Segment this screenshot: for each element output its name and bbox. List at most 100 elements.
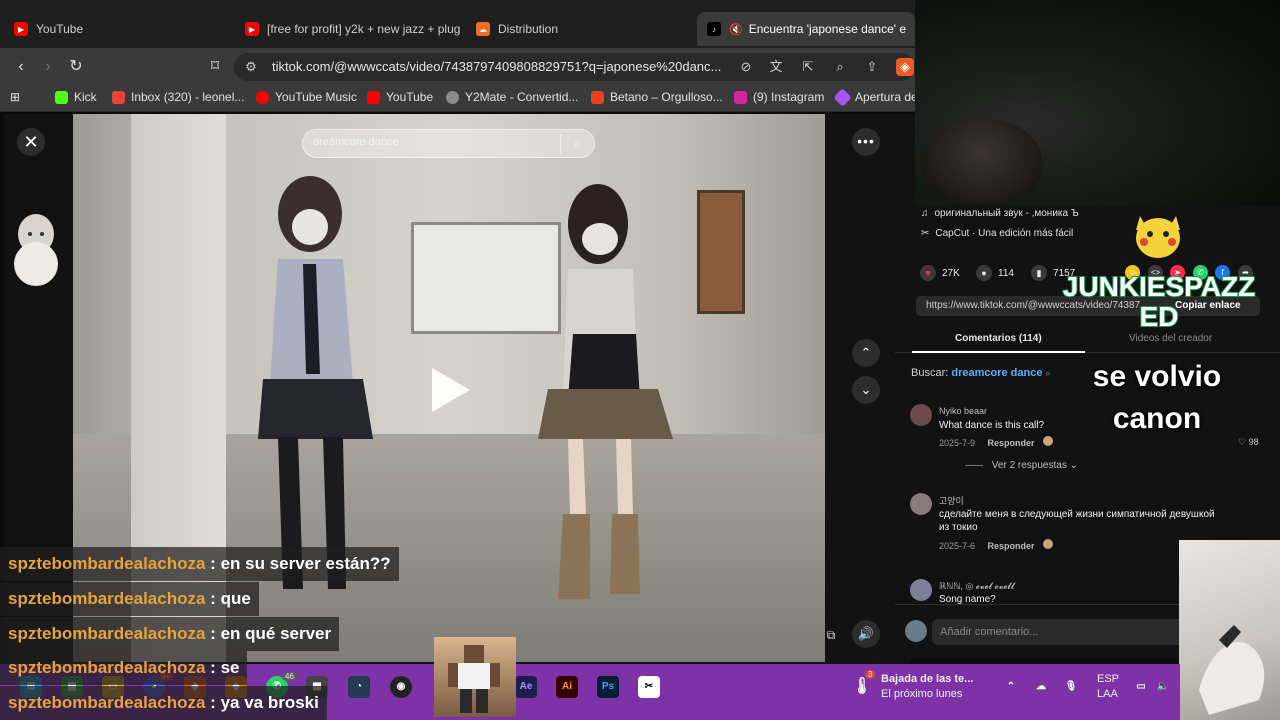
music-note-icon: ♫ [921, 208, 929, 219]
hand-cam-overlay [1179, 540, 1280, 720]
youtube-music-icon [256, 90, 269, 104]
bookmark-inbox[interactable]: Inbox (320) - leonel... [112, 90, 244, 104]
close-video-icon[interactable]: ✕ [17, 128, 45, 156]
bookmark-icon: ▮ [1031, 265, 1047, 281]
add-comment-input[interactable]: Añadir comentario... [932, 619, 1192, 645]
bookmark-youtube-music[interactable]: YouTube Music [256, 90, 357, 104]
bookmark-y2mate[interactable]: Y2Mate - Convertid... [446, 90, 578, 104]
brave-shield-icon[interactable]: ◈ [896, 58, 914, 76]
mute-tab-icon[interactable]: 🔇 [729, 23, 743, 36]
site-info-icon[interactable]: ⚙ [242, 58, 260, 76]
obs-icon[interactable]: ◉ [390, 676, 412, 698]
tray-chevron-icon[interactable]: ⌃ [1000, 676, 1022, 698]
onedrive-icon[interactable]: ☁ [1030, 676, 1052, 698]
comment-meta: 2025-7-9 Responder [939, 436, 1054, 448]
language-bottom[interactable]: LAA [1097, 688, 1118, 700]
search-divider [560, 134, 561, 154]
illustrator-icon[interactable]: Ai [556, 676, 578, 698]
overlay-subtitle: se volvio canon [1092, 360, 1222, 435]
search-suggestion[interactable]: Buscar: dreamcore dance ⌕ [911, 367, 1051, 379]
play-icon[interactable] [432, 368, 470, 412]
instagram-icon [734, 90, 747, 104]
bookmark-betano[interactable]: Betano – Orgulloso... [591, 90, 723, 104]
comment-user[interactable]: ℝℕℕ, ◎ 𝓮𝓿𝓮𝓵 𝓮𝓿𝓮𝓵𝓵 [939, 581, 1014, 592]
back-icon[interactable]: ‹ [10, 56, 32, 78]
like-button[interactable]: ♥ 27K [920, 265, 960, 281]
video-search-text[interactable]: dreamcore dance [313, 136, 399, 148]
betano-icon [591, 90, 604, 104]
network-icon[interactable]: ▭ [1130, 676, 1152, 698]
tab-label: Distribution [498, 22, 559, 36]
volume-icon[interactable]: 🔊 [852, 620, 880, 648]
search-icon[interactable]: ⌕ [567, 134, 587, 154]
kick-icon [55, 90, 68, 104]
open-external-icon[interactable]: ⇱ [799, 58, 817, 76]
bookmark-youtube[interactable]: YouTube [367, 90, 433, 104]
search-suggestion-query[interactable]: dreamcore dance [951, 367, 1042, 379]
capcut-line[interactable]: ✂ CapCut · Una edición más fácil [921, 228, 1073, 239]
view-replies-button[interactable]: Ver 2 respuestas ⌄ [965, 460, 1078, 471]
avatar[interactable] [910, 579, 932, 601]
reload-icon[interactable]: ↻ [65, 56, 87, 78]
bookmark-kick[interactable]: Kick [55, 90, 97, 104]
share-icon[interactable]: ⇪ [863, 58, 881, 76]
avatar[interactable] [910, 404, 932, 426]
after-effects-icon[interactable]: Ae [515, 676, 537, 698]
photoshop-icon[interactable]: Ps [597, 676, 619, 698]
tab-free-for-profit[interactable]: ▶ [free for profit] y2k + new jazz + plu… [235, 12, 460, 46]
more-options-icon[interactable]: ••• [852, 128, 880, 156]
comment-icon: ● [976, 265, 992, 281]
tab-distribution[interactable]: ☁ Distribution [466, 12, 691, 46]
picture-in-picture-icon[interactable]: ⧉ [820, 624, 842, 646]
weather-title[interactable]: Bajada de las te... [881, 673, 973, 685]
previous-video-icon[interactable]: ⌃ [852, 339, 880, 367]
forward-icon[interactable]: › [37, 56, 59, 78]
replies-line [965, 464, 983, 466]
zoom-icon[interactable]: ⌕ [831, 58, 849, 76]
comment-user[interactable]: Nyiko beaar [939, 406, 987, 416]
pikachu-sticker [1136, 216, 1180, 258]
capcut-taskbar-icon[interactable]: ✂ [638, 676, 660, 698]
chat-message: spztebombardealachoza : se [0, 651, 248, 685]
tab-comments[interactable]: Comentarios (114) [955, 333, 1042, 344]
speaker-icon[interactable]: 🔈 [1152, 676, 1174, 698]
weather-icon[interactable]: 🌡 [851, 676, 873, 698]
apps-icon[interactable]: ⊞ [10, 90, 20, 104]
davinci-icon[interactable]: ◔ [348, 676, 370, 698]
comment-meta: 2025-7-6 Responder [939, 539, 1054, 551]
reply-button[interactable]: Responder [988, 541, 1035, 551]
language-top[interactable]: ESP [1097, 673, 1119, 685]
comment-count-button[interactable]: ● 114 [976, 265, 1014, 281]
bookmark-instagram[interactable]: (9) Instagram [734, 90, 824, 104]
youtube-icon [367, 90, 380, 104]
weather-subtitle[interactable]: El próximo lunes [881, 688, 962, 700]
comment-user[interactable]: 고양이 [939, 494, 964, 507]
avatar[interactable] [910, 493, 932, 515]
chat-message: spztebombardealachoza : que [0, 582, 259, 616]
hand-cam-hand [1199, 625, 1265, 715]
chevron-down-icon: ⌄ [1069, 460, 1078, 471]
translate-icon[interactable]: 文 [767, 58, 785, 76]
y2mate-icon [446, 90, 459, 104]
url-text[interactable]: tiktok.com/@wwwccats/video/7438797409808… [272, 59, 721, 74]
bookmark-icon[interactable]: ⌑ [204, 56, 226, 78]
microphone-icon[interactable]: 🎙 [1060, 676, 1082, 698]
tab-creator-videos[interactable]: Videos del creador [1129, 333, 1212, 344]
bookmark-apertura[interactable]: Apertura de [833, 87, 918, 107]
gmail-icon [112, 90, 125, 104]
no-tracking-icon[interactable]: ⊘ [737, 58, 755, 76]
dancer-right [538, 184, 673, 599]
search-small-icon: ⌕ [1045, 368, 1051, 378]
chat-message: spztebombardealachoza : en su server est… [0, 547, 399, 581]
tab-tiktok[interactable]: ♪ 🔇 Encuentra 'japonese dance' e ✕ [697, 12, 915, 46]
comment-text: сделайте меня в следующей жизни симпатич… [939, 509, 1215, 533]
youtube-icon: ▶ [14, 22, 28, 36]
reply-button[interactable]: Responder [988, 438, 1035, 448]
next-video-icon[interactable]: ⌄ [852, 376, 880, 404]
own-avatar [905, 620, 927, 642]
sound-line[interactable]: ♫ оригинальный звук - ,моника Ъ [921, 208, 1079, 219]
tab-youtube[interactable]: ▶ YouTube [4, 12, 234, 46]
tab-label: Encuentra 'japonese dance' e [748, 22, 907, 36]
whatsapp-badge: 46 [282, 672, 297, 681]
baby-sticker [14, 214, 58, 286]
